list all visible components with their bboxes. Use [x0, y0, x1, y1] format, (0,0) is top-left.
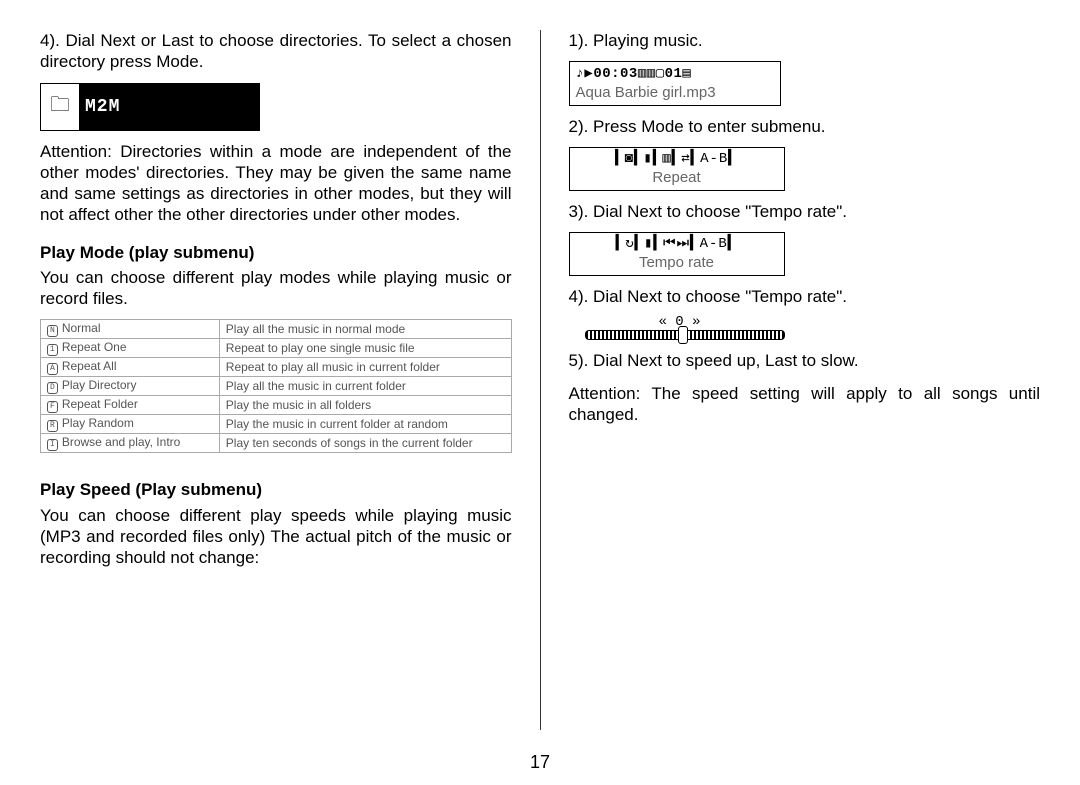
play-mode-table: NNormalPlay all the music in normal mode… — [40, 319, 512, 453]
mode-desc-cell: Play the music in current folder at rand… — [219, 415, 511, 434]
mode-desc-cell: Play all the music in normal mode — [219, 320, 511, 339]
attention-text: Attention: Directories within a mode are… — [40, 141, 512, 226]
step-text: 5). Dial Next to speed up, Last to slow. — [569, 350, 1041, 371]
table-row: RPlay RandomPlay the music in current fo… — [41, 415, 512, 434]
mode-icon: D — [47, 382, 58, 394]
right-column: 1). Playing music. ♪▶00:03▥▥▢01▤ Aqua Ba… — [569, 30, 1041, 730]
play-mode-heading: Play Mode (play submenu) — [40, 242, 512, 263]
mode-name-cell: 1Repeat One — [41, 339, 220, 358]
mode-desc-cell: Repeat to play all music in current fold… — [219, 358, 511, 377]
mode-name-cell: FRepeat Folder — [41, 396, 220, 415]
mode-icon: 1 — [47, 344, 58, 356]
mode-icon: R — [47, 420, 58, 432]
mode-name-cell: ARepeat All — [41, 358, 220, 377]
column-divider — [540, 30, 541, 730]
mode-desc-cell: Play all the music in current folder — [219, 377, 511, 396]
mode-name-cell: IBrowse and play, Intro — [41, 434, 220, 453]
lcd-status-row: ♪▶00:03▥▥▢01▤ — [576, 65, 774, 83]
lcd-submenu-repeat: ▍◙▍▮▍▥▍⇄▍A-B▍ Repeat — [569, 147, 785, 191]
lcd-tempo-slider: « 0 » — [585, 314, 1041, 340]
lcd-directory-name: M2M — [79, 84, 259, 130]
table-row: FRepeat FolderPlay the music in all fold… — [41, 396, 512, 415]
table-row: ARepeat AllRepeat to play all music in c… — [41, 358, 512, 377]
slider-knob — [678, 326, 688, 344]
table-row: DPlay DirectoryPlay all the music in cur… — [41, 377, 512, 396]
mode-desc-cell: Play the music in all folders — [219, 396, 511, 415]
step-text: 2). Press Mode to enter submenu. — [569, 116, 1041, 137]
lcd-directory-display: 🗀 M2M — [40, 83, 260, 131]
table-row: 1Repeat OneRepeat to play one single mus… — [41, 339, 512, 358]
lcd-submenu-label: Repeat — [574, 167, 780, 190]
step-text: 1). Playing music. — [569, 30, 1041, 51]
mode-desc-cell: Play ten seconds of songs in the current… — [219, 434, 511, 453]
play-speed-intro: You can choose different play speeds whi… — [40, 505, 512, 569]
lcd-submenu-label: Tempo rate — [574, 252, 780, 275]
step-text: 3). Dial Next to choose "Tempo rate". — [569, 201, 1041, 222]
table-row: NNormalPlay all the music in normal mode — [41, 320, 512, 339]
slider-value: « 0 » — [585, 314, 1041, 330]
mode-name-cell: RPlay Random — [41, 415, 220, 434]
page-number: 17 — [0, 752, 1080, 773]
lcd-icon-row: ▍◙▍▮▍▥▍⇄▍A-B▍ — [574, 150, 780, 167]
folder-icon: 🗀 — [41, 84, 79, 130]
mode-icon: I — [47, 439, 58, 451]
attention-text: Attention: The speed setting will apply … — [569, 383, 1041, 426]
play-speed-heading: Play Speed (Play submenu) — [40, 479, 512, 500]
lcd-submenu-tempo: ▍↻▍▮▍⏮⏭▍A-B▍ Tempo rate — [569, 232, 785, 276]
left-column: 4). Dial Next or Last to choose director… — [40, 30, 512, 730]
slider-track — [585, 330, 785, 340]
mode-icon: F — [47, 401, 58, 413]
mode-icon: A — [47, 363, 58, 375]
lcd-now-playing: ♪▶00:03▥▥▢01▤ Aqua Barbie girl.mp3 — [569, 61, 781, 106]
step-text: 4). Dial Next or Last to choose director… — [40, 30, 512, 73]
mode-desc-cell: Repeat to play one single music file — [219, 339, 511, 358]
mode-icon: N — [47, 325, 58, 337]
mode-name-cell: DPlay Directory — [41, 377, 220, 396]
mode-name-cell: NNormal — [41, 320, 220, 339]
step-text: 4). Dial Next to choose "Tempo rate". — [569, 286, 1041, 307]
lcd-icon-row: ▍↻▍▮▍⏮⏭▍A-B▍ — [574, 235, 780, 252]
lcd-filename: Aqua Barbie girl.mp3 — [576, 83, 774, 103]
table-row: IBrowse and play, IntroPlay ten seconds … — [41, 434, 512, 453]
play-mode-intro: You can choose different play modes whil… — [40, 267, 512, 310]
